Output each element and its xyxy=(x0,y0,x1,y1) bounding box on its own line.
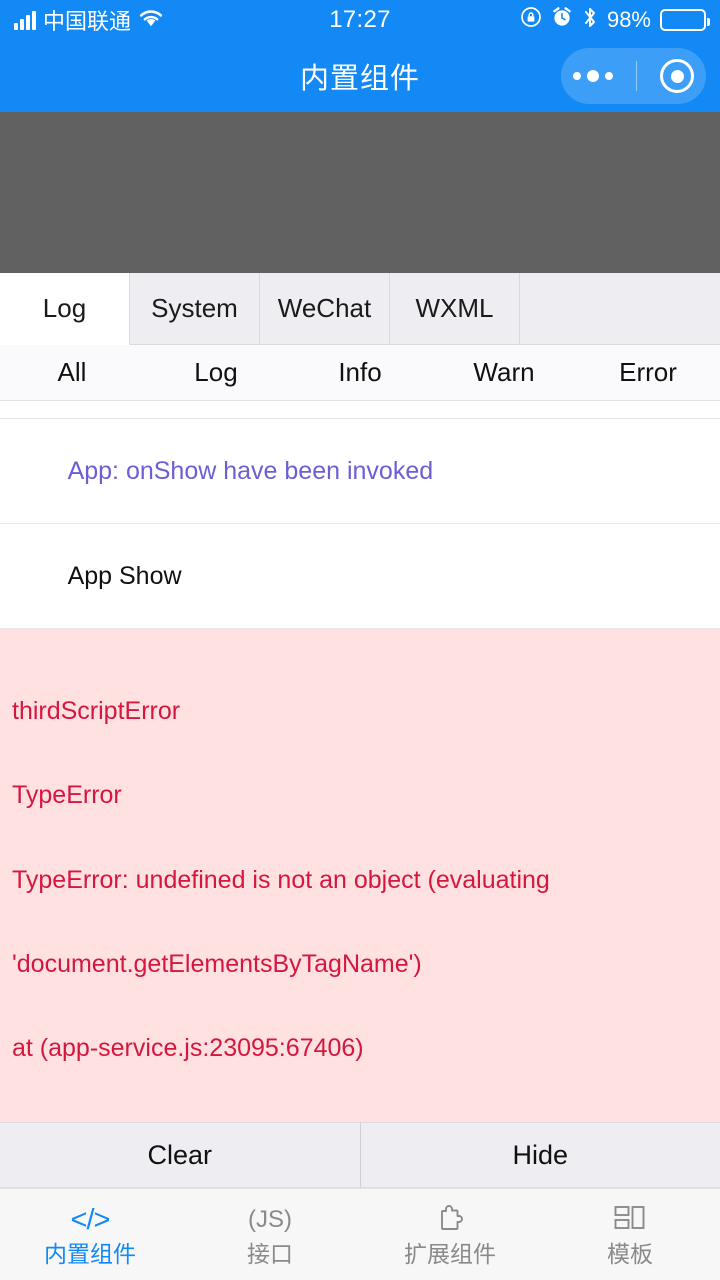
console-tab-strip: Log System WeChat WXML xyxy=(0,273,720,345)
status-bar: 中国联通 17:27 98% xyxy=(0,0,720,40)
error-line: TypeError: undefined is not an object (e… xyxy=(12,865,550,894)
tab-extended-components[interactable]: 扩展组件 xyxy=(360,1189,540,1280)
clear-button[interactable]: Clear xyxy=(0,1123,360,1187)
battery-icon xyxy=(660,9,710,31)
capsule-button-group[interactable] xyxy=(561,48,706,104)
console-tab-log[interactable]: Log xyxy=(0,273,130,345)
filter-all[interactable]: All xyxy=(0,345,144,400)
console-tab-wechat[interactable]: WeChat xyxy=(260,273,390,345)
filter-warn[interactable]: Warn xyxy=(432,345,576,400)
console-filter-bar: All Log Info Warn Error xyxy=(0,345,720,401)
js-parens-icon: (JS) xyxy=(248,1206,292,1233)
hide-button[interactable]: Hide xyxy=(359,1123,720,1187)
error-line: thirdScriptError xyxy=(12,697,181,725)
filter-log[interactable]: Log xyxy=(144,345,288,400)
tab-label: 接口 xyxy=(247,1241,293,1267)
grid-layout-icon xyxy=(614,1203,646,1237)
log-entry-plain[interactable]: App Show xyxy=(0,524,720,629)
log-entry-info[interactable]: App: onShow have been invoked xyxy=(0,419,720,524)
console-tab-label: Log xyxy=(42,293,87,323)
app-root: 中国联通 17:27 98% 内置组件 Log System WeChat WX… xyxy=(0,0,720,1280)
tab-label: 内置组件 xyxy=(44,1241,136,1267)
log-entry-clipped[interactable]: e.statusBarHeight 20 50 xyxy=(0,401,720,419)
console-log-list[interactable]: e.statusBarHeight 20 50 App: onShow have… xyxy=(0,401,720,1122)
more-dots-icon[interactable] xyxy=(572,70,613,82)
error-line: at (app-service.js:23095:68554) xyxy=(12,1118,708,1122)
log-entry-text: App Show xyxy=(67,562,182,590)
console-panel: Log System WeChat WXML All Log Info Warn… xyxy=(0,273,720,1188)
filter-info[interactable]: Info xyxy=(288,345,432,400)
log-entry-error[interactable]: thirdScriptError TypeError TypeError: un… xyxy=(0,629,720,1122)
status-bar-clock: 17:27 xyxy=(329,6,391,33)
code-brackets-icon: </> xyxy=(70,1203,111,1236)
console-tab-label: WeChat xyxy=(277,293,372,323)
error-line: 'document.getElementsByTagName') xyxy=(12,949,422,978)
capsule-divider xyxy=(635,61,637,91)
console-tab-label: System xyxy=(151,293,238,323)
log-entry-text: App: onShow have been invoked xyxy=(67,457,434,485)
puzzle-piece-icon xyxy=(434,1203,466,1237)
navigation-bar: 内置组件 xyxy=(0,40,720,112)
tab-templates[interactable]: 模板 xyxy=(540,1189,720,1280)
error-line: at (app-service.js:23095:67406) xyxy=(12,1034,364,1062)
tab-builtin-components[interactable]: </> 内置组件 xyxy=(0,1189,180,1280)
tab-label: 扩展组件 xyxy=(404,1241,496,1267)
console-action-bar: Clear Hide xyxy=(0,1122,720,1188)
filter-error[interactable]: Error xyxy=(576,345,720,400)
console-tab-label: WXML xyxy=(415,293,494,323)
page-title: 内置组件 xyxy=(299,63,420,95)
console-tab-wxml[interactable]: WXML xyxy=(390,273,520,345)
tab-api[interactable]: (JS) 接口 xyxy=(180,1189,360,1280)
tab-label: 模板 xyxy=(607,1241,653,1267)
error-line: TypeError xyxy=(12,781,122,810)
console-tab-filler xyxy=(520,273,720,345)
bottom-tab-bar: </> 内置组件 (JS) 接口 扩展组件 模板 xyxy=(0,1188,720,1280)
console-tab-system[interactable]: System xyxy=(130,273,260,345)
target-circle-icon[interactable] xyxy=(660,59,695,93)
dimmed-page-overlay[interactable] xyxy=(0,112,720,273)
